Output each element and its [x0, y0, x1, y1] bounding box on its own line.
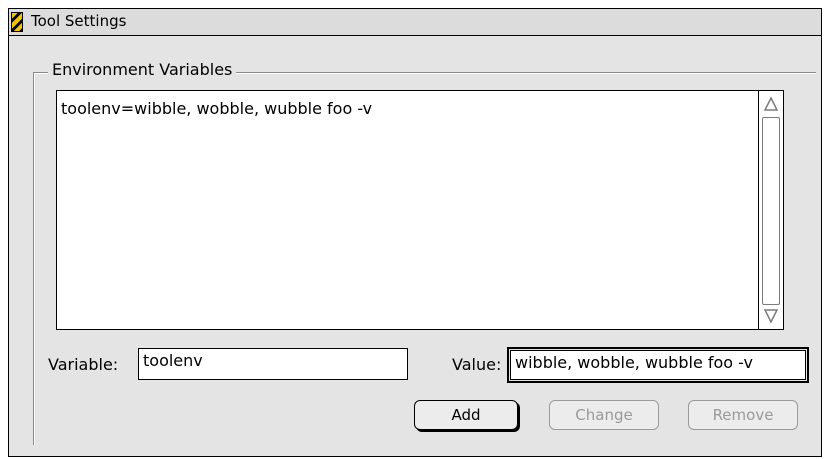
remove-button[interactable]: Remove: [688, 400, 798, 430]
environment-variables-list[interactable]: toolenv=wibble, wobble, wubble foo -v: [56, 90, 758, 330]
window-titlebar[interactable]: Tool Settings: [8, 8, 822, 36]
change-button[interactable]: Change: [549, 400, 659, 430]
window-app-icon: [11, 12, 23, 32]
add-button[interactable]: Add: [414, 400, 518, 430]
scroll-up-arrow-icon[interactable]: [762, 95, 780, 113]
value-label: Value:: [452, 355, 502, 374]
variable-label: Variable:: [48, 355, 119, 374]
variable-field[interactable]: toolenv: [138, 348, 408, 380]
value-field[interactable]: wibble, wobble, wubble foo -v: [507, 347, 809, 383]
scroll-down-arrow-icon[interactable]: [762, 307, 780, 325]
group-title: Environment Variables: [48, 60, 237, 79]
list-item[interactable]: toolenv=wibble, wobble, wubble foo -v: [61, 99, 372, 118]
list-scrollbar[interactable]: [758, 90, 784, 330]
scroll-track[interactable]: [762, 117, 780, 305]
window-title: Tool Settings: [31, 12, 127, 30]
